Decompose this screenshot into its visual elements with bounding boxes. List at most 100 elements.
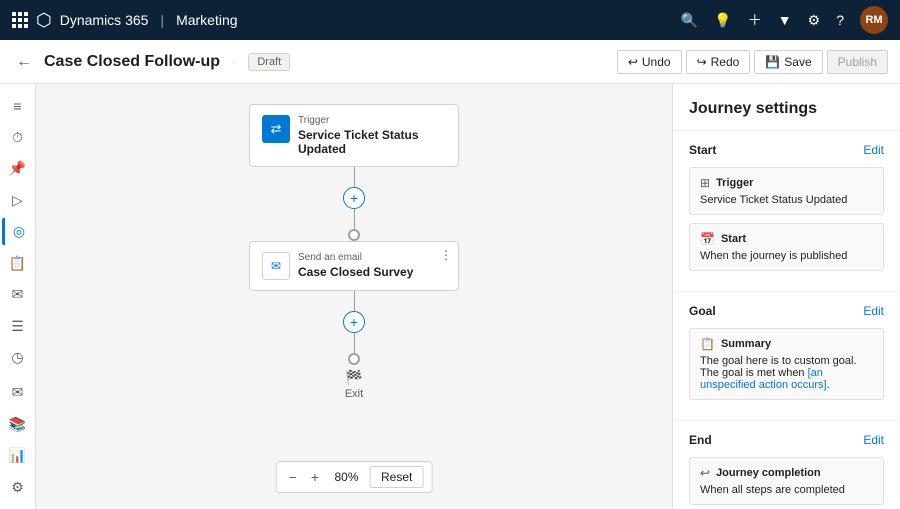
email-node[interactable]: ✉ Send an email Case Closed Survey ⋮ bbox=[249, 241, 459, 291]
start-card-label: Start bbox=[721, 233, 746, 245]
sidebar-item-menu[interactable]: ≡ bbox=[2, 92, 34, 119]
email-icon: ✉ bbox=[262, 252, 290, 280]
sidebar-item-emails[interactable]: ✉ bbox=[2, 281, 34, 308]
journey-canvas: ⇄ Trigger Service Ticket Status Updated … bbox=[36, 84, 672, 509]
exit-node: 🏁 Exit bbox=[345, 369, 363, 400]
zoom-value: 80% bbox=[329, 470, 364, 484]
goal-card-label: Summary bbox=[721, 338, 771, 350]
trigger-node-content: Trigger Service Ticket Status Updated bbox=[298, 115, 446, 156]
end-section: End Edit ↩ Journey completion When all s… bbox=[673, 421, 900, 509]
sidebar-item-messages[interactable]: ✉ bbox=[2, 379, 34, 406]
trigger-card-label: Trigger bbox=[716, 177, 753, 189]
connector-2: + bbox=[343, 291, 365, 365]
trigger-card-row: ⊞ Trigger bbox=[700, 176, 873, 190]
add-step-button-2[interactable]: + bbox=[343, 311, 365, 333]
search-icon[interactable]: 🔍 bbox=[681, 12, 698, 29]
panel-title: Journey settings bbox=[673, 84, 900, 131]
goal-section-title: Goal bbox=[689, 304, 716, 318]
redo-label: Redo bbox=[711, 55, 740, 69]
goal-card-row: 📋 Summary bbox=[700, 337, 873, 351]
dynamics-logo: ⬡ bbox=[36, 10, 52, 31]
save-icon: 💾 bbox=[765, 55, 780, 69]
start-section-header: Start Edit bbox=[689, 143, 884, 157]
top-nav-actions: 🔍 💡 ＋ ▼ ⚙ ? RM bbox=[681, 6, 888, 34]
end-card: ↩ Journey completion When all steps are … bbox=[689, 457, 884, 505]
trigger-card-icon: ⊞ bbox=[700, 176, 710, 190]
redo-icon: ↪ bbox=[697, 55, 707, 69]
help-icon[interactable]: ? bbox=[836, 12, 844, 28]
trigger-node-title: Service Ticket Status Updated bbox=[298, 128, 446, 156]
add-step-button-1[interactable]: + bbox=[343, 187, 365, 209]
filter-icon[interactable]: ▼ bbox=[778, 12, 792, 28]
undo-label: Undo bbox=[642, 55, 671, 69]
connector-line-2-top bbox=[354, 291, 355, 311]
email-node-title: Case Closed Survey bbox=[298, 265, 446, 279]
connector-circle-2 bbox=[348, 353, 360, 365]
end-card-value: When all steps are completed bbox=[700, 484, 873, 496]
goal-card: 📋 Summary The goal here is to custom goa… bbox=[689, 328, 884, 400]
sidebar-item-segments[interactable]: 📋 bbox=[2, 249, 34, 276]
zoom-reset-button[interactable]: Reset bbox=[370, 466, 423, 488]
user-avatar[interactable]: RM bbox=[860, 6, 888, 34]
status-badge: Draft bbox=[248, 53, 290, 71]
trigger-card: ⊞ Trigger Service Ticket Status Updated bbox=[689, 167, 884, 215]
journey-settings-panel: Journey settings Start Edit ⊞ Trigger Se… bbox=[672, 84, 900, 509]
end-card-row: ↩ Journey completion bbox=[700, 466, 873, 480]
redo-button[interactable]: ↪ Redo bbox=[686, 50, 751, 74]
back-arrow-icon: ← bbox=[16, 53, 32, 71]
zoom-in-button[interactable]: + bbox=[307, 467, 323, 487]
trigger-node[interactable]: ⇄ Trigger Service Ticket Status Updated bbox=[249, 104, 459, 167]
email-node-content: Send an email Case Closed Survey bbox=[298, 252, 446, 279]
connector-1: + bbox=[343, 167, 365, 241]
add-icon[interactable]: ＋ bbox=[748, 10, 762, 30]
page-title: Case Closed Follow-up bbox=[44, 53, 220, 71]
title-separator: · bbox=[232, 54, 236, 69]
goal-card-icon: 📋 bbox=[700, 337, 715, 351]
connector-circle bbox=[348, 229, 360, 241]
save-label: Save bbox=[784, 55, 811, 69]
main-layout: ≡ ⏱ 📌 ▷ ◎ 📋 ✉ ☰ ◷ ✉ 📚 📊 ⚙ ⇄ Trigger Serv… bbox=[0, 84, 900, 509]
goal-link[interactable]: [an unspecified action occurs] bbox=[700, 367, 827, 391]
lightbulb-icon[interactable]: 💡 bbox=[714, 12, 731, 29]
sidebar-item-reports[interactable]: 📊 bbox=[2, 442, 34, 469]
left-sidebar: ≡ ⏱ 📌 ▷ ◎ 📋 ✉ ☰ ◷ ✉ 📚 📊 ⚙ bbox=[0, 84, 36, 509]
zoom-out-button[interactable]: − bbox=[285, 467, 301, 487]
undo-button[interactable]: ↩ Undo bbox=[617, 50, 682, 74]
start-card-value: When the journey is published bbox=[700, 250, 873, 262]
goal-card-value: The goal here is to custom goal. The goa… bbox=[700, 355, 873, 391]
sidebar-item-settings[interactable]: ⚙ bbox=[2, 474, 34, 501]
end-card-label: Journey completion bbox=[716, 467, 821, 479]
end-section-header: End Edit bbox=[689, 433, 884, 447]
sidebar-item-library[interactable]: 📚 bbox=[2, 411, 34, 438]
exit-icon: 🏁 bbox=[345, 369, 362, 386]
app-launcher-icon[interactable] bbox=[12, 12, 28, 28]
back-button[interactable]: ← bbox=[12, 49, 36, 75]
connector-line-2-bottom bbox=[354, 333, 355, 353]
end-card-icon: ↩ bbox=[700, 466, 710, 480]
sidebar-item-analytics[interactable]: ◷ bbox=[2, 344, 34, 371]
connector-line-bottom bbox=[354, 209, 355, 229]
start-section-title: Start bbox=[689, 143, 716, 157]
undo-icon: ↩ bbox=[628, 55, 638, 69]
start-card: 📅 Start When the journey is published bbox=[689, 223, 884, 271]
sidebar-item-lists[interactable]: ☰ bbox=[2, 312, 34, 339]
settings-icon[interactable]: ⚙ bbox=[808, 12, 821, 29]
end-edit-button[interactable]: Edit bbox=[863, 433, 884, 447]
sidebar-item-pinned[interactable]: 📌 bbox=[2, 155, 34, 182]
page-toolbar: ← Case Closed Follow-up · Draft ↩ Undo ↪… bbox=[0, 40, 900, 84]
exit-label: Exit bbox=[345, 388, 363, 400]
goal-section: Goal Edit 📋 Summary The goal here is to … bbox=[673, 292, 900, 421]
sidebar-item-play[interactable]: ▷ bbox=[2, 186, 34, 213]
start-edit-button[interactable]: Edit bbox=[863, 143, 884, 157]
sidebar-item-recent[interactable]: ⏱ bbox=[2, 123, 34, 150]
start-card-icon: 📅 bbox=[700, 232, 715, 246]
app-name: Dynamics 365 bbox=[60, 12, 149, 28]
email-node-label: Send an email bbox=[298, 252, 446, 263]
email-node-more-icon[interactable]: ⋮ bbox=[440, 248, 452, 262]
publish-button[interactable]: Publish bbox=[827, 50, 888, 74]
goal-edit-button[interactable]: Edit bbox=[863, 304, 884, 318]
sidebar-item-journeys[interactable]: ◎ bbox=[2, 218, 34, 245]
trigger-card-value: Service Ticket Status Updated bbox=[700, 194, 873, 206]
goal-section-header: Goal Edit bbox=[689, 304, 884, 318]
save-button[interactable]: 💾 Save bbox=[754, 50, 822, 74]
